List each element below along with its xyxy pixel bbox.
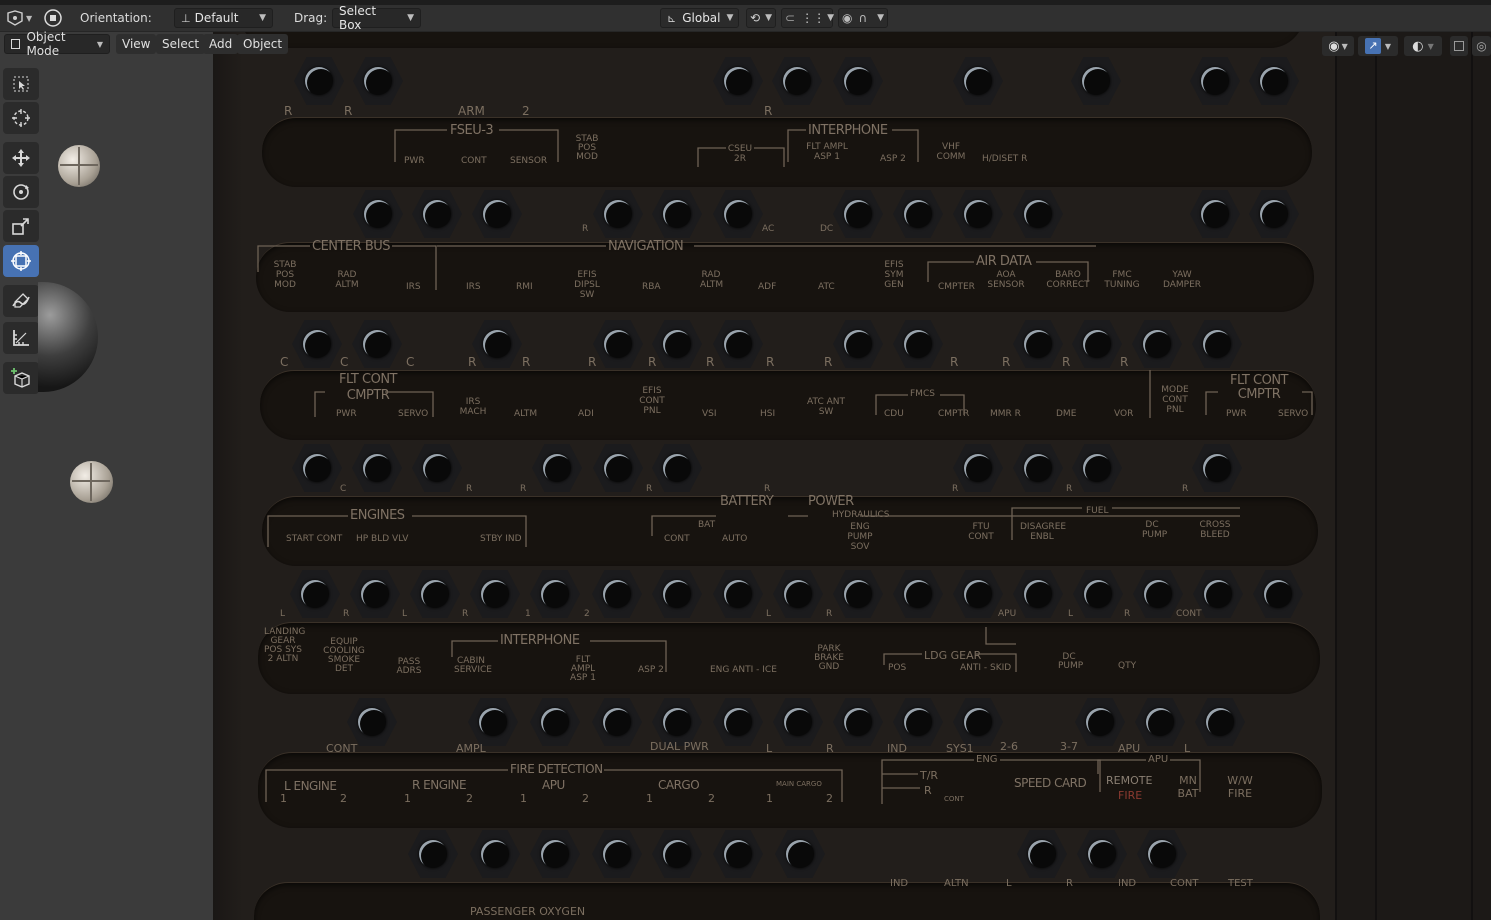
orientation-axis-icon: ⊥ [181, 11, 191, 25]
xray-icon [1454, 41, 1464, 51]
pivot-point-icon: ⟲ [750, 11, 761, 25]
panel-bracket-lines [257, 129, 1313, 804]
drag-dropdown[interactable]: Select Box ▼ [332, 4, 421, 32]
transform-tool[interactable] [3, 245, 39, 277]
scale-icon [12, 218, 29, 235]
shading-wireframe-button[interactable]: ◎ [1472, 36, 1491, 56]
select-box-tool[interactable] [3, 68, 39, 100]
chevron-down-icon: ▼ [877, 13, 884, 23]
orientation-value: Default [194, 11, 239, 25]
menu-select[interactable]: Select [156, 34, 206, 54]
measure-tool[interactable] [3, 322, 39, 354]
menu-view[interactable]: View [116, 34, 157, 54]
chevron-down-icon: ▼ [26, 13, 33, 23]
annotate-tool[interactable] [3, 285, 39, 317]
add-cube-icon [11, 368, 30, 388]
measure-icon [13, 330, 29, 346]
magnet-icon: ⊂ [785, 11, 796, 25]
eye-icon: ◉ [1328, 38, 1340, 54]
menu-object[interactable]: Object [237, 34, 289, 54]
scene-sphere-object[interactable] [70, 461, 113, 503]
overlays-toggle[interactable]: ◐ ▼ [1404, 36, 1442, 56]
cursor-icon [12, 109, 30, 127]
chevron-down-icon: ▼ [827, 13, 834, 23]
orientation-label: Orientation: [80, 11, 152, 25]
chevron-down-icon: ▼ [1427, 41, 1434, 51]
object-mode-icon [11, 39, 21, 49]
orientation-gizmo-icon [42, 8, 64, 28]
editor-type-button[interactable]: ▼ [4, 8, 32, 28]
workspace-tab-strip[interactable] [0, 0, 1491, 5]
cursor-tool[interactable] [3, 102, 39, 134]
chevron-down-icon: ▼ [1384, 41, 1392, 51]
chevron-down-icon: ▼ [1341, 41, 1348, 51]
global-axis-icon: ⊾ [667, 11, 677, 25]
transform-space-dropdown[interactable]: ⊾ Global ▼ [660, 8, 739, 28]
chevron-down-icon: ▼ [407, 13, 414, 23]
pivot-point-dropdown[interactable]: ⟲ ▼ [746, 8, 776, 28]
select-box-icon [13, 76, 29, 92]
gizmo-toggle[interactable]: ↗ ▼ [1358, 36, 1398, 56]
falloff-curve-icon: ∩ [858, 11, 868, 25]
wireframe-icon: ◎ [1476, 39, 1487, 53]
rotate-icon [13, 184, 29, 200]
gizmo-icon: ↗ [1364, 38, 1381, 54]
overlays-icon: ◐ [1412, 38, 1424, 54]
scale-tool[interactable] [3, 210, 39, 242]
orientation-dropdown[interactable]: ⊥ Default ▼ [174, 8, 273, 28]
chevron-down-icon: ▼ [259, 13, 266, 23]
scene-sphere-object[interactable] [58, 145, 100, 187]
chevron-down-icon: ▼ [726, 13, 734, 23]
transform-orientation-gizmo-button[interactable] [42, 8, 64, 28]
transform-icon [11, 251, 31, 271]
snapping-dropdown[interactable]: ⊂ ⋮⋮ ▼ [781, 8, 834, 28]
transform-space-value: Global [682, 11, 721, 25]
chevron-down-icon: ▼ [765, 13, 772, 23]
mode-dropdown[interactable]: Object Mode ▼ [4, 30, 110, 58]
top-header: ▼ Orientation: ⊥ Default ▼ Drag: Select … [0, 0, 1491, 32]
proportional-editing-dropdown[interactable]: ◉ ∩ ▼ [838, 8, 888, 28]
mode-value: Object Mode [26, 30, 66, 58]
chevron-down-icon: ▼ [96, 39, 103, 49]
snap-grid-icon: ⋮⋮ [801, 11, 826, 25]
drag-value: Select Box [339, 4, 377, 32]
drag-label: Drag: [294, 11, 328, 25]
move-icon [12, 149, 30, 167]
editor-type-icon [4, 8, 26, 28]
3d-viewport[interactable]: R R ARM 2 R FSEU-3 PWR CONT SENSOR STAB … [0, 32, 1491, 920]
rotate-tool[interactable] [3, 176, 39, 208]
visibility-dropdown[interactable]: ◉ ▼ [1322, 36, 1354, 56]
annotate-icon [12, 293, 30, 308]
viewport-header: Object Mode ▼ View Select Add Object [0, 30, 1491, 58]
move-tool[interactable] [3, 142, 39, 174]
proportional-edit-icon: ◉ [842, 11, 853, 25]
xray-toggle[interactable] [1450, 36, 1468, 56]
menu-add[interactable]: Add [203, 34, 239, 54]
add-cube-tool[interactable] [3, 362, 39, 394]
